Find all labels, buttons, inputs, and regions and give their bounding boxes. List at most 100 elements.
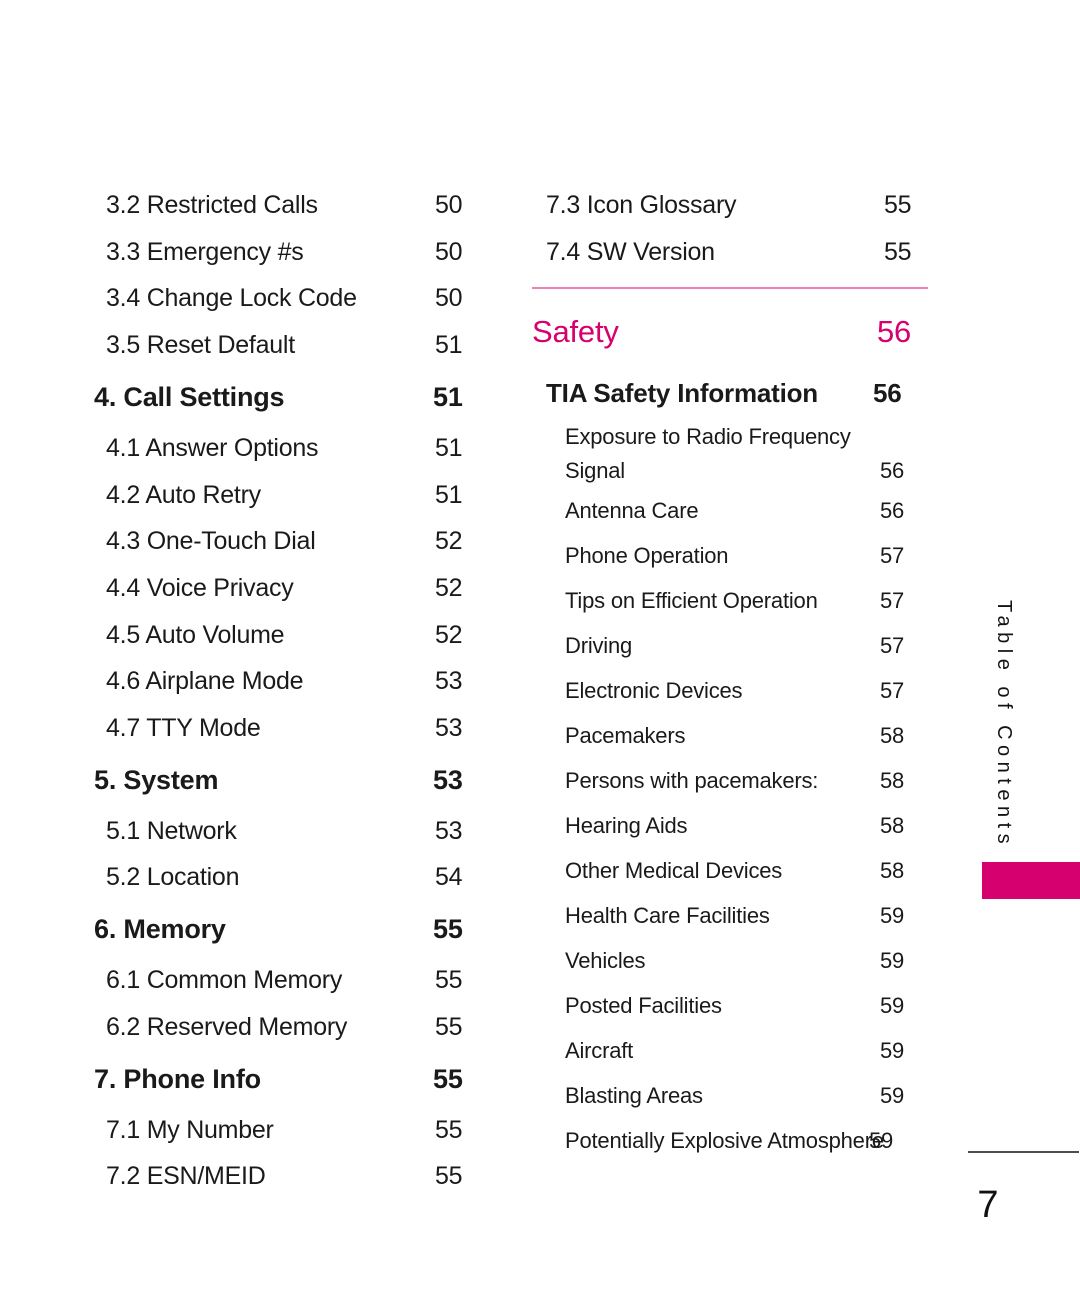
toc-entry-page: 54 [435, 863, 463, 892]
toc-entry[interactable]: Tips on Efficient Operation 57 [532, 578, 963, 623]
toc-entry-page: 52 [435, 573, 463, 602]
toc-entry-page: 56 [880, 458, 905, 484]
toc-entry-label: Driving [565, 633, 633, 659]
toc-entry-label: Vehicles [565, 948, 646, 974]
toc-entry-page: 56 [880, 498, 905, 524]
toc-entry-label: 7.4 SW Version [546, 237, 715, 266]
toc-entry-label: 4. Call Settings [94, 381, 285, 412]
toc-entry-label: Hearing Aids [565, 813, 688, 839]
toc-entry-page: 58 [880, 723, 905, 749]
footer-rule [968, 1151, 1079, 1153]
toc-entry[interactable]: 3.4 Change Lock Code 50 [92, 275, 486, 322]
section-heading-label: Safety [532, 314, 619, 350]
toc-entry-label: 4.1 Answer Options [106, 433, 319, 462]
toc-entry-page: 55 [435, 1162, 463, 1191]
toc-entry-page: 53 [435, 667, 463, 696]
toc-entry[interactable]: 4.5 Auto Volume 52 [92, 612, 486, 659]
toc-entry-page: 51 [435, 433, 463, 462]
page-number: 7 [977, 1184, 999, 1226]
section-heading-page: 56 [877, 314, 912, 350]
toc-entry[interactable]: 5.1 Network 53 [92, 808, 486, 855]
toc-entry-page: 51 [435, 480, 463, 509]
toc-entry-label: 6.1 Common Memory [106, 966, 343, 995]
toc-entry-label: 6. Memory [94, 914, 226, 945]
toc-entry[interactable]: Hearing Aids 58 [532, 803, 963, 848]
toc-entry[interactable]: Vehicles 59 [532, 938, 963, 983]
toc-entry[interactable]: 4.6 Airplane Mode 53 [92, 658, 486, 705]
toc-entry[interactable]: 4.7 TTY Mode 53 [92, 705, 486, 752]
toc-entry-page: 50 [435, 191, 463, 219]
toc-entry-label: Phone Operation [565, 543, 729, 569]
toc-entry[interactable]: TIA Safety Information 56 [532, 366, 944, 420]
toc-entry[interactable]: 7.2 ESN/MEID 55 [92, 1153, 486, 1200]
toc-entry[interactable]: 5. System 53 [92, 752, 474, 808]
toc-entry[interactable]: 6. Memory 55 [92, 901, 474, 957]
toc-entry-page: 55 [435, 1012, 463, 1041]
toc-entry-label: Blasting Areas [565, 1083, 703, 1109]
toc-entry[interactable]: 6.1 Common Memory 55 [92, 957, 486, 1004]
toc-entry[interactable]: Other Medical Devices 58 [532, 848, 963, 893]
toc-entry[interactable]: 3.3 Emergency #s 50 [92, 229, 486, 276]
toc-entry-label: 3.4 Change Lock Code [106, 284, 357, 313]
toc-entry[interactable]: 7.1 My Number 55 [92, 1107, 486, 1154]
toc-entry-page: 52 [435, 527, 463, 556]
toc-entry[interactable]: 7. Phone Info 55 [92, 1051, 474, 1107]
toc-column-right: 7.3 Icon Glossary 55 7.4 SW Version 55 Safet… [532, 182, 930, 1163]
toc-entry[interactable]: 7.4 SW Version 55 [532, 229, 944, 276]
toc-entry[interactable]: Electronic Devices 57 [532, 668, 963, 713]
toc-entry-label: 7.1 My Number [106, 1115, 274, 1144]
toc-entry[interactable]: Phone Operation 57 [532, 533, 963, 578]
section-divider-rule [532, 287, 928, 290]
toc-entry[interactable]: Potentially Explosive Atmosphere 59 [532, 1118, 963, 1163]
toc-entry[interactable]: 3.5 Reset Default 51 [92, 322, 486, 369]
toc-entry[interactable]: 7.3 Icon Glossary 55 [532, 182, 944, 229]
toc-entry[interactable]: Driving 57 [532, 623, 963, 668]
toc-entry-page: 55 [884, 237, 912, 266]
toc-entry[interactable]: 4.2 Auto Retry 51 [92, 472, 486, 519]
toc-entry[interactable]: Aircraft 59 [532, 1028, 963, 1073]
toc-entry[interactable]: 5.2 Location 54 [92, 854, 486, 901]
toc-entry[interactable]: Posted Facilities 59 [532, 983, 963, 1028]
toc-entry-page: 52 [435, 620, 463, 649]
toc-column-left: 3.2 Restricted Calls 50 3.3 Emergency #s 50… [92, 182, 472, 1200]
toc-entry-label: Potentially Explosive Atmosphere [565, 1128, 884, 1154]
toc-entry-page: 53 [435, 816, 463, 845]
toc-entry[interactable]: 6.2 Reserved Memory 55 [92, 1004, 486, 1051]
toc-entry[interactable]: 4.4 Voice Privacy 52 [92, 565, 486, 612]
toc-entry-label: 5. System [94, 764, 219, 795]
toc-entry-page: 57 [880, 588, 905, 614]
toc-entry-page: 57 [880, 678, 905, 704]
toc-entry[interactable]: Health Care Facilities 59 [532, 893, 963, 938]
toc-entry-page: 57 [880, 633, 905, 659]
toc-entry[interactable]: 4. Call Settings 51 [92, 369, 474, 425]
toc-entry-label: Pacemakers [565, 723, 686, 749]
toc-entry[interactable]: Exposure to Radio Frequency Signal 56 [532, 420, 963, 488]
toc-entry-label: 7.3 Icon Glossary [546, 191, 737, 219]
toc-entry-page: 59 [869, 1128, 894, 1154]
toc-entry-page: 59 [880, 1038, 905, 1064]
toc-entry-label: 3.3 Emergency #s [106, 237, 304, 266]
toc-entry-page: 55 [433, 1063, 463, 1094]
toc-entry-label-continued: Signal [565, 458, 625, 484]
toc-entry-label: Aircraft [565, 1038, 634, 1064]
toc-entry[interactable]: 4.3 One-Touch Dial 52 [92, 518, 486, 565]
toc-entry-page: 58 [880, 813, 905, 839]
toc-entry[interactable]: 3.2 Restricted Calls 50 [92, 182, 486, 229]
toc-entry-page: 58 [880, 858, 905, 884]
toc-entry[interactable]: 4.1 Answer Options 51 [92, 425, 486, 472]
section-heading-safety[interactable]: Safety 56 [532, 302, 930, 362]
toc-entry-label: 7. Phone Info [94, 1063, 261, 1094]
toc-entry-label: Exposure to Radio Frequency [565, 424, 851, 450]
toc-entry-page: 59 [880, 903, 905, 929]
toc-entry-page: 55 [435, 1115, 463, 1144]
toc-entry[interactable]: Blasting Areas 59 [532, 1073, 963, 1118]
toc-entry-page: 50 [435, 284, 463, 313]
toc-entry-label: 3.5 Reset Default [106, 331, 295, 360]
toc-entry-label: Tips on Efficient Operation [565, 588, 818, 614]
toc-entry-label: 4.5 Auto Volume [106, 620, 285, 649]
toc-entry[interactable]: Antenna Care 56 [532, 488, 963, 533]
toc-entry[interactable]: Pacemakers 58 [532, 713, 963, 758]
toc-entry-label: 4.7 TTY Mode [106, 714, 261, 743]
toc-entry-page: 55 [433, 914, 463, 945]
toc-entry[interactable]: Persons with pacemakers: 58 [532, 758, 963, 803]
